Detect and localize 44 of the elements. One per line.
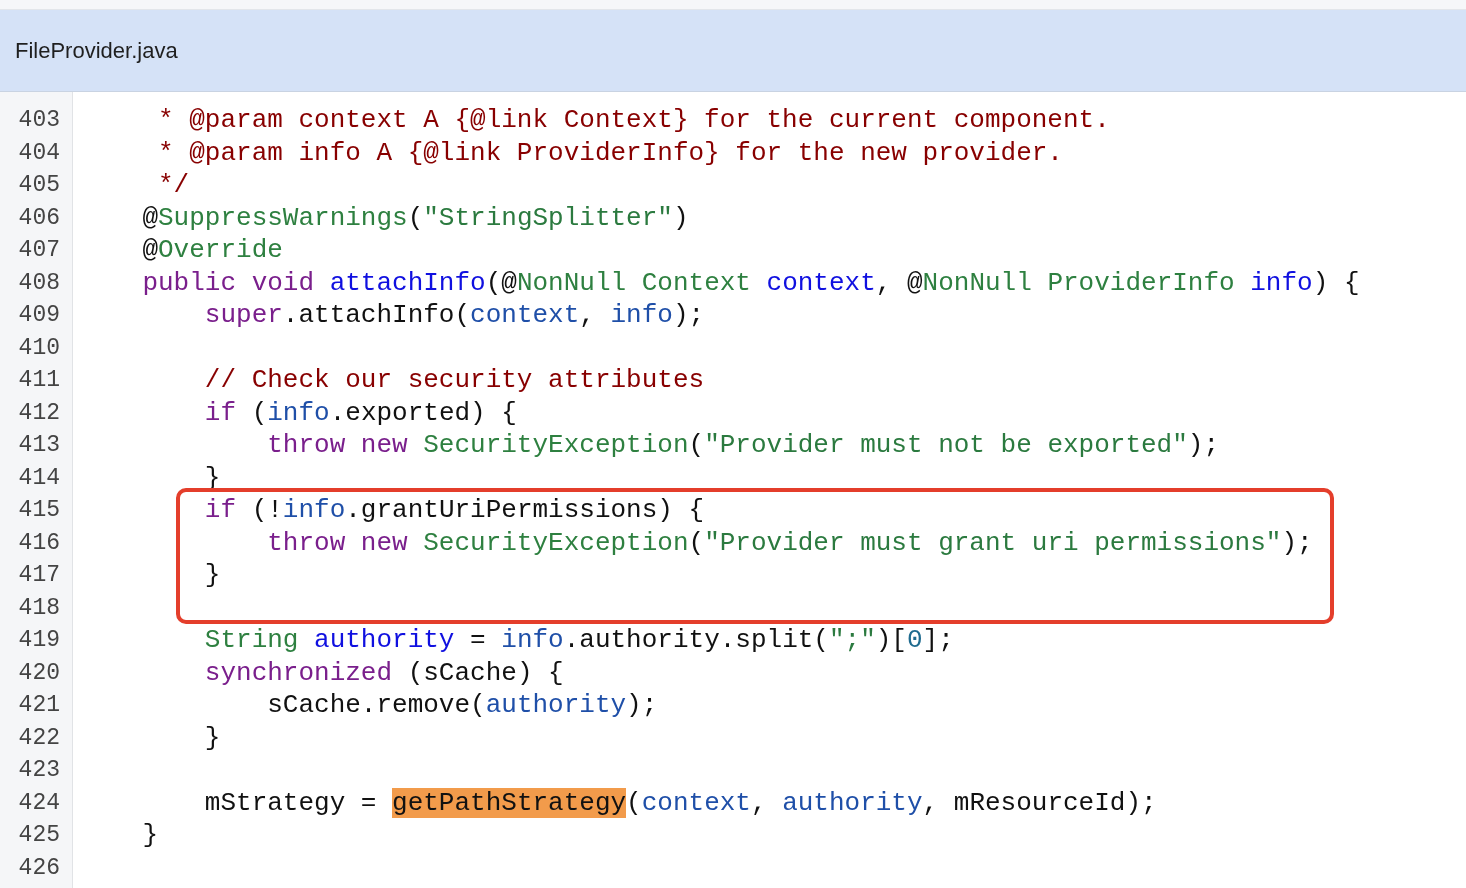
- line-number: 416: [17, 529, 61, 556]
- line-number: 404: [17, 139, 61, 166]
- line-number: 414: [17, 464, 61, 491]
- line-number: 405: [17, 172, 61, 199]
- code-line: throw new SecurityException("Provider must not be exported");: [266, 430, 1220, 461]
- code-line: @Override: [141, 235, 283, 266]
- code-line: }: [203, 722, 221, 753]
- line-number: 406: [17, 204, 61, 231]
- line-number: 425: [17, 822, 61, 849]
- line-number: 420: [17, 659, 61, 686]
- line-number: 422: [17, 724, 61, 751]
- code-line: // Check our security attributes: [203, 365, 705, 396]
- line-number: 415: [17, 497, 61, 524]
- code-line: mStrategy = getPathStrategy(context, authority, mResourceId);: [203, 787, 1157, 818]
- code-line: super.attachInfo(context, info);: [203, 300, 705, 331]
- code-line: throw new SecurityException("Provider must grant uri permissions");: [266, 527, 1313, 558]
- line-number: 413: [17, 432, 61, 459]
- line-number: 419: [17, 627, 61, 654]
- code-line: }: [203, 560, 221, 591]
- code-line: synchronized (sCache) {: [203, 657, 564, 688]
- code-line: if (!info.grantUriPermissions) {: [203, 495, 705, 526]
- code-line: @SuppressWarnings("StringSplitter"): [141, 202, 689, 233]
- line-number: 408: [17, 269, 61, 296]
- line-number: 421: [17, 692, 61, 719]
- code-line: String authority = info.authority.split(";")[0];: [203, 625, 954, 656]
- code-line: public void attachInfo(@NonNull Context context, @NonNull ProviderInfo info) {: [141, 267, 1360, 298]
- line-number: 403: [17, 107, 61, 134]
- line-number: 407: [17, 237, 61, 264]
- line-number: 411: [17, 367, 61, 394]
- code-line: }: [141, 820, 158, 851]
- code-line: * @param context A {@link Context} for the current component.: [157, 105, 1110, 136]
- code-line: * @param info A {@link ProviderInfo} for the new provider.: [157, 137, 1063, 168]
- line-number: 424: [17, 789, 61, 816]
- line-number: 409: [17, 302, 61, 329]
- line-number: 426: [17, 854, 61, 881]
- code-line: if (info.exported) {: [203, 397, 517, 428]
- file-title: FileProvider.java: [15, 37, 178, 64]
- line-number: 410: [17, 334, 61, 361]
- line-number: 417: [17, 562, 61, 589]
- code-line: */: [157, 170, 190, 201]
- line-number: 418: [17, 594, 61, 621]
- code-line: sCache.remove(authority);: [266, 690, 658, 721]
- line-number: 412: [17, 399, 61, 426]
- line-number: 423: [17, 757, 61, 784]
